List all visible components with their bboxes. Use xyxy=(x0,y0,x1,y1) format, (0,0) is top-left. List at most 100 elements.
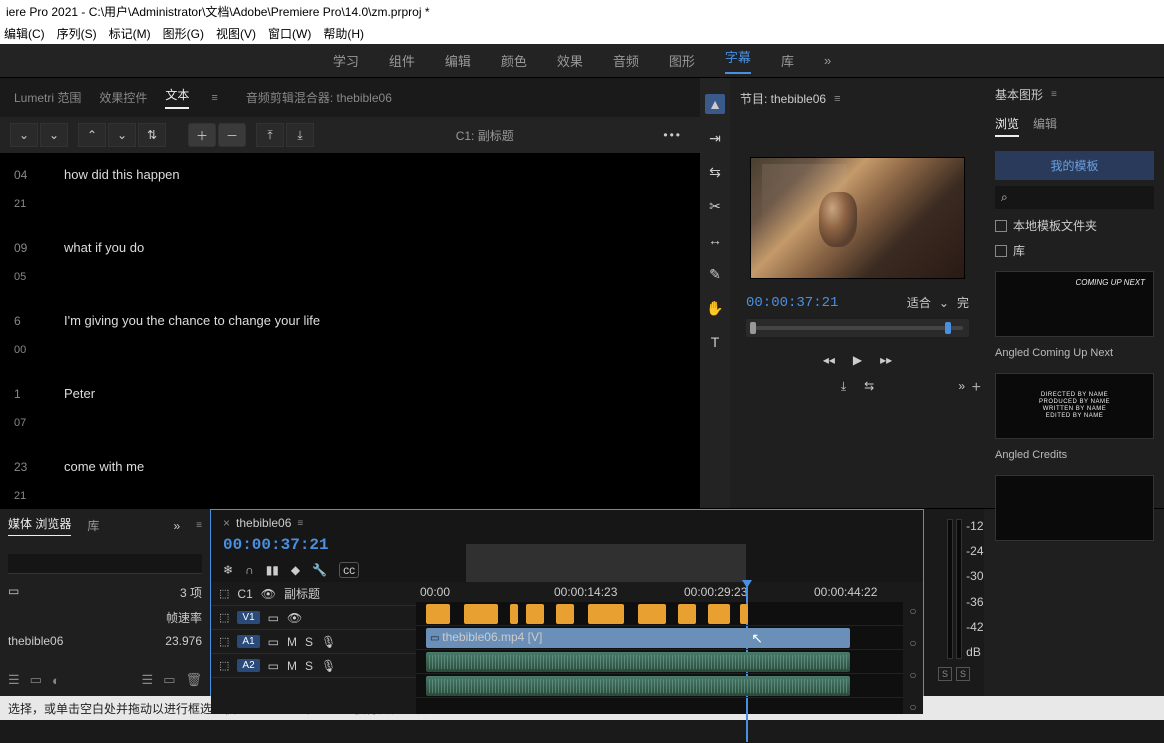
linked-selection-icon[interactable]: ∩ xyxy=(245,563,254,577)
toggle-box-icon[interactable]: ▭ xyxy=(268,659,279,673)
solo-button[interactable]: S xyxy=(305,659,313,673)
remove-caption-button[interactable]: － xyxy=(218,123,246,147)
egr-tab-browse[interactable]: 浏览 xyxy=(995,115,1019,137)
caption-track-label[interactable]: C1: 副标题 xyxy=(456,127,514,144)
template-thumb[interactable] xyxy=(995,475,1154,541)
step-back-button[interactable]: ◂◂ xyxy=(823,353,835,367)
caret-down-button[interactable]: ⌄ xyxy=(108,123,136,147)
trash-icon[interactable]: 🗑 xyxy=(185,672,202,688)
caption-row[interactable]: 1Peter xyxy=(0,378,700,409)
toggle-box-icon[interactable]: ▭ xyxy=(268,611,279,625)
scroll-handle[interactable]: ○ xyxy=(909,636,916,650)
egr-tab-edit[interactable]: 编辑 xyxy=(1033,115,1057,137)
caption-clip[interactable] xyxy=(556,604,574,624)
settings-icon[interactable]: 🔧 xyxy=(312,563,327,577)
mute-button[interactable]: M xyxy=(287,635,297,649)
timeline-ruler[interactable]: 00:00 00:00:14:23 00:00:29:23 00:00:44:2… xyxy=(416,582,903,602)
my-templates-button[interactable]: 我的模板 xyxy=(995,151,1154,180)
menu-sequence[interactable]: 序列(S) xyxy=(57,25,97,42)
menu-markers[interactable]: 标记(M) xyxy=(109,25,151,42)
split-up-button[interactable]: ⤒ xyxy=(256,123,284,147)
tab-media-browser[interactable]: 媒体 浏览器 xyxy=(8,515,71,536)
scroll-handle[interactable]: ○ xyxy=(909,604,916,618)
redo-button[interactable]: ⌄ xyxy=(40,123,68,147)
ws-effects[interactable]: 效果 xyxy=(557,51,583,70)
caption-row[interactable]: 04how did this happen xyxy=(0,159,700,190)
slip-tool[interactable]: ↔ xyxy=(705,230,725,250)
caption-clip[interactable] xyxy=(464,604,498,624)
new-item-icon[interactable]: ▭ xyxy=(163,672,175,688)
transport-more[interactable]: » xyxy=(958,379,965,393)
insert-button[interactable]: ⇆ xyxy=(864,379,874,394)
template-thumb[interactable]: COMING UP NEXT xyxy=(995,271,1154,337)
menu-help[interactable]: 帮助(H) xyxy=(323,25,364,42)
caption-options-icon[interactable]: ••• xyxy=(655,128,690,142)
lock-icon[interactable]: ⬚ xyxy=(219,587,229,600)
tab-libraries[interactable]: 库 xyxy=(87,517,99,534)
ws-libraries[interactable]: 库 xyxy=(781,51,794,70)
audio-clip[interactable] xyxy=(426,652,850,672)
caret-up-button[interactable]: ⌃ xyxy=(78,123,106,147)
program-scrubber[interactable] xyxy=(746,319,969,337)
lock-icon[interactable]: ⬚ xyxy=(219,635,229,648)
sort-icon[interactable]: ◐ xyxy=(52,673,60,688)
timeline-sequence-name[interactable]: thebible06 xyxy=(236,516,291,530)
razor-tool[interactable]: ✂ xyxy=(705,196,725,216)
eye-icon[interactable]: 👁 xyxy=(287,611,302,625)
tab-effect-controls[interactable]: 效果控件 xyxy=(99,89,147,106)
caption-clip[interactable] xyxy=(708,604,730,624)
ws-editing[interactable]: 编辑 xyxy=(445,51,471,70)
caption-clip[interactable] xyxy=(588,604,624,624)
scroll-handle[interactable]: ○ xyxy=(909,668,916,682)
program-options-icon[interactable]: ≡ xyxy=(834,93,840,105)
meter-solo-r[interactable]: S xyxy=(956,667,970,681)
caption-clip[interactable] xyxy=(740,604,748,624)
menu-edit[interactable]: 编辑(C) xyxy=(4,25,45,42)
toggle-box-icon[interactable]: ▭ xyxy=(268,635,279,649)
hand-tool[interactable]: ✋ xyxy=(705,298,725,318)
v1-track[interactable]: ▭ thebible06.mp4 [V] xyxy=(416,626,903,650)
mic-icon[interactable]: 🎙 xyxy=(321,659,336,673)
menu-view[interactable]: 视图(V) xyxy=(216,25,256,42)
a2-track[interactable] xyxy=(416,674,903,698)
caption-track[interactable] xyxy=(416,602,903,626)
marker-tool-icon[interactable]: ▮▮ xyxy=(266,563,279,577)
undo-button[interactable]: ⌄ xyxy=(10,123,38,147)
caption-clip[interactable] xyxy=(526,604,544,624)
text-panel-options-icon[interactable]: ≡ xyxy=(211,92,217,104)
caret-swap-button[interactable]: ⇅ xyxy=(138,123,166,147)
chevron-down-icon[interactable]: ⌄ xyxy=(939,296,949,310)
caption-clip[interactable] xyxy=(510,604,518,624)
media-icon-new[interactable]: ▭ xyxy=(8,584,19,601)
ws-color[interactable]: 颜色 xyxy=(501,51,527,70)
media-more[interactable]: » xyxy=(173,519,180,533)
eye-icon[interactable]: 👁 xyxy=(261,587,276,601)
timeline-options-icon[interactable]: ≡ xyxy=(297,518,303,529)
step-forward-button[interactable]: ▸▸ xyxy=(880,353,892,367)
media-col-framerate[interactable]: 帧速率 xyxy=(166,609,202,626)
in-out-range[interactable] xyxy=(466,544,746,582)
ws-more[interactable]: » xyxy=(824,53,831,68)
snap-icon[interactable]: ❄ xyxy=(223,563,233,577)
track-select-tool[interactable]: ⇥ xyxy=(705,128,725,148)
caption-clip[interactable] xyxy=(426,604,450,624)
caption-row[interactable]: 6I'm giving you the chance to change you… xyxy=(0,305,700,336)
timeline-timecode[interactable]: 00:00:37:21 xyxy=(223,536,329,554)
caption-row[interactable]: 09what if you do xyxy=(0,232,700,263)
caption-clip[interactable] xyxy=(678,604,696,624)
mute-button[interactable]: M xyxy=(287,659,297,673)
program-monitor[interactable] xyxy=(750,157,965,279)
egr-options-icon[interactable]: ≡ xyxy=(1051,89,1057,100)
checkbox-icon[interactable] xyxy=(995,245,1007,257)
menu-window[interactable]: 窗口(W) xyxy=(268,25,311,42)
program-zoom-full[interactable]: 完 xyxy=(957,294,969,311)
timeline-tracks-area[interactable]: 00:00 00:00:14:23 00:00:29:23 00:00:44:2… xyxy=(416,582,903,714)
add-caption-button[interactable]: ＋ xyxy=(188,123,216,147)
ws-audio[interactable]: 音频 xyxy=(613,51,639,70)
ripple-tool[interactable]: ⇆ xyxy=(705,162,725,182)
solo-button[interactable]: S xyxy=(305,635,313,649)
export-frame-button[interactable]: ⤓ xyxy=(841,379,846,394)
program-zoom-fit[interactable]: 适合 xyxy=(907,294,931,311)
add-marker-icon[interactable]: ◆ xyxy=(291,563,300,577)
type-tool[interactable]: T xyxy=(705,332,725,352)
